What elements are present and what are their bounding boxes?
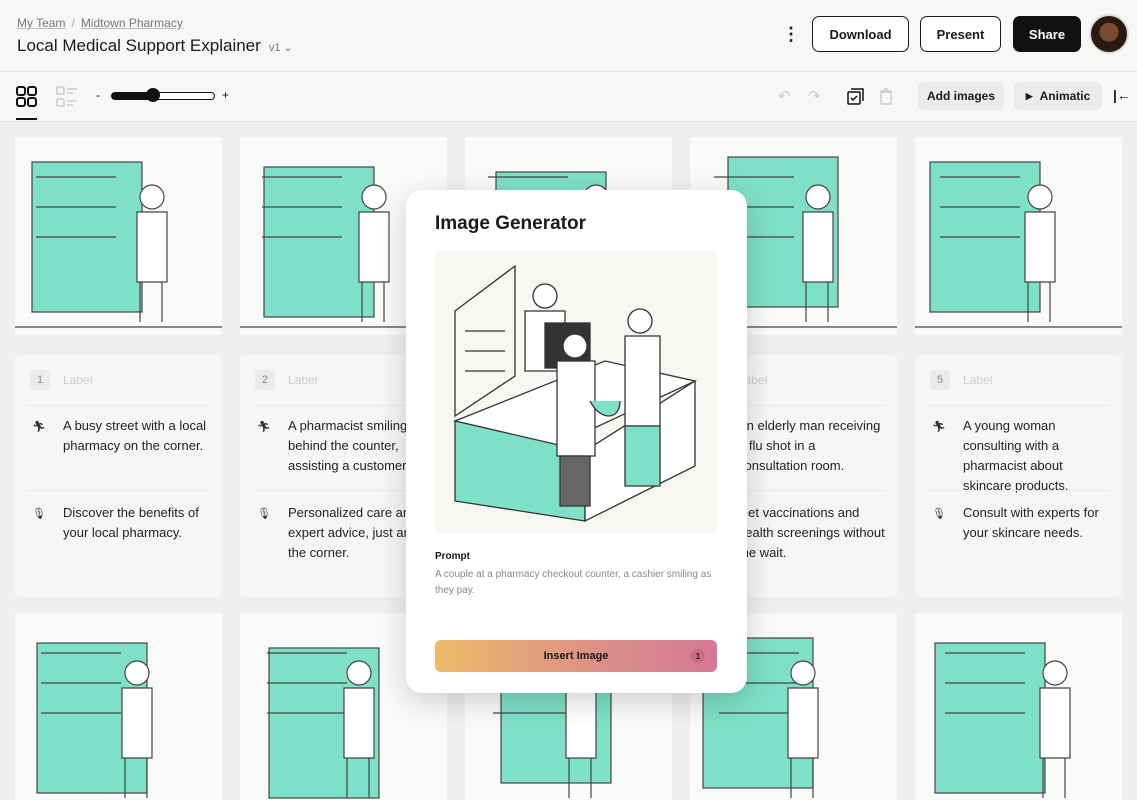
scene-number: 2 xyxy=(255,370,275,390)
grid-view-icon[interactable] xyxy=(16,86,38,108)
breadcrumb-team[interactable]: My Team xyxy=(17,16,65,30)
scene-label-input[interactable]: Label xyxy=(963,373,992,387)
divider xyxy=(27,405,210,406)
scene-image-1[interactable] xyxy=(15,137,222,335)
download-button[interactable]: Download xyxy=(812,16,909,52)
scene-card-1[interactable]: 1 Label 🏃︎ A busy street with a local ph… xyxy=(15,355,222,597)
divider xyxy=(927,405,1110,406)
breadcrumb: My Team / Midtown Pharmacy xyxy=(17,16,183,30)
scene-illustration xyxy=(15,161,222,328)
generated-image[interactable] xyxy=(435,251,717,533)
present-button[interactable]: Present xyxy=(920,16,1001,52)
collapse-panel-icon[interactable]: |← xyxy=(1113,87,1131,103)
list-view-icon[interactable] xyxy=(56,86,80,108)
scene-image-5[interactable] xyxy=(915,137,1122,335)
insert-image-label: Insert Image xyxy=(543,650,609,662)
scene-illustration xyxy=(915,161,1122,328)
version-label: v1 xyxy=(268,42,281,54)
pharmacy-counter-illustration xyxy=(453,264,698,523)
animatic-button[interactable]: ▶ Animatic xyxy=(1014,82,1102,110)
scene-label-input[interactable]: Label xyxy=(63,373,92,387)
undo-icon[interactable]: ↶ xyxy=(778,87,791,105)
scene-illustration xyxy=(934,642,1071,798)
action-icon: 🏃︎ xyxy=(932,421,946,433)
title-text: Local Medical Support Explainer xyxy=(17,36,261,55)
active-view-indicator xyxy=(16,118,37,120)
zoom-slider-handle[interactable] xyxy=(145,88,160,102)
microphone-icon: 🎙︎ xyxy=(32,508,46,520)
add-images-button[interactable]: Add images xyxy=(918,82,1004,110)
breadcrumb-separator: / xyxy=(71,16,75,30)
prompt-label: Prompt xyxy=(435,551,470,562)
scene-image-10[interactable] xyxy=(915,613,1122,800)
microphone-icon: 🎙︎ xyxy=(257,508,271,520)
modal-title: Image Generator xyxy=(435,213,586,234)
zoom-in-button[interactable]: + xyxy=(222,88,229,102)
voiceover-text[interactable]: Discover the benefits of your local phar… xyxy=(63,503,213,543)
divider xyxy=(927,490,1110,491)
page-title: Local Medical Support Explainer v1 ⌄ xyxy=(17,36,293,56)
zoom-slider[interactable] xyxy=(111,88,215,102)
share-button[interactable]: Share xyxy=(1013,16,1081,52)
action-text[interactable]: A busy street with a local pharmacy on t… xyxy=(63,416,213,456)
divider xyxy=(27,490,210,491)
header: My Team / Midtown Pharmacy Local Medical S… xyxy=(0,0,1137,72)
action-text[interactable]: An elderly man receiving a flu shot in a… xyxy=(738,416,888,476)
zoom-out-button[interactable]: - xyxy=(96,88,100,102)
redo-icon[interactable]: ↷ xyxy=(808,87,821,105)
scene-number: 5 xyxy=(930,370,950,390)
action-text[interactable]: A young woman consulting with a pharmaci… xyxy=(963,416,1113,496)
breadcrumb-project[interactable]: Midtown Pharmacy xyxy=(81,16,183,30)
voiceover-text[interactable]: Consult with experts for your skincare n… xyxy=(963,503,1113,543)
scene-image-6[interactable] xyxy=(15,613,222,800)
scene-card-5[interactable]: 5 Label 🏃︎ A young woman consulting with… xyxy=(915,355,1122,597)
version-select[interactable]: v1 ⌄ xyxy=(269,42,293,54)
voiceover-text[interactable]: Get vaccinations and health screenings w… xyxy=(738,503,888,563)
action-icon: 🏃︎ xyxy=(257,421,271,433)
action-icon: 🏃︎ xyxy=(32,421,46,433)
prompt-text[interactable]: A couple at a pharmacy checkout counter,… xyxy=(435,567,725,599)
microphone-icon: 🎙︎ xyxy=(932,508,946,520)
trash-icon[interactable] xyxy=(879,88,893,105)
scene-number: 1 xyxy=(30,370,50,390)
avatar[interactable] xyxy=(1089,14,1129,54)
image-generator-modal: Image Generator Prompt A couple at a pha… xyxy=(406,190,747,693)
insert-image-button[interactable]: Insert Image 1 xyxy=(435,640,717,672)
select-all-icon[interactable] xyxy=(847,88,865,106)
image-count-badge: 1 xyxy=(691,649,705,663)
chevron-down-icon: ⌄ xyxy=(283,42,293,54)
more-menu-icon[interactable]: ⋮ xyxy=(782,24,800,45)
scene-label-input[interactable]: Label xyxy=(288,373,317,387)
scene-illustration xyxy=(36,642,153,798)
play-icon: ▶ xyxy=(1025,90,1033,101)
animatic-label: Animatic xyxy=(1039,89,1091,103)
